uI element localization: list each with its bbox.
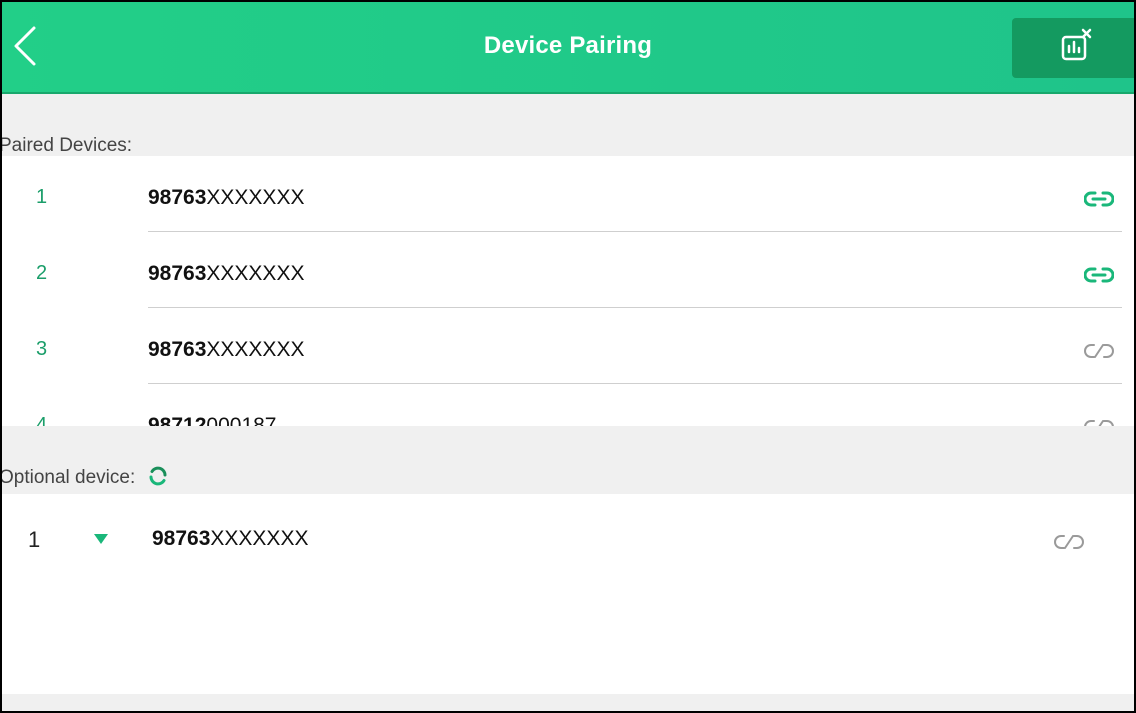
row-number: 3 [36, 338, 48, 360]
paired-device-list: 1 98763XXXXXXX 2 98763XXXXXXX 3 98763XXX… [2, 156, 1134, 426]
optional-device-label-text: Optional device: [0, 467, 136, 488]
optional-device-list: 1 98763XXXXXXX [2, 494, 1134, 694]
link-broken-icon[interactable] [1054, 533, 1084, 551]
stats-button[interactable] [1012, 18, 1134, 78]
device-id-prefix: 98712 [148, 414, 207, 426]
paired-device-row[interactable]: 2 98763XXXXXXX [2, 232, 1134, 308]
page-title: Device Pairing [483, 32, 653, 59]
device-id: 98763XXXXXXX [152, 527, 308, 551]
device-id-suffix: XXXXXXX [206, 338, 305, 361]
link-connected-icon[interactable] [1084, 190, 1114, 208]
device-id: 98763XXXXXXX [148, 338, 304, 362]
paired-device-row[interactable]: 4 98712000187 [2, 384, 1134, 426]
device-id-suffix: XXXXXXX [206, 186, 305, 209]
row-number: 4 [36, 414, 48, 426]
row-number: 2 [36, 262, 48, 284]
device-id-prefix: 98763 [148, 262, 207, 285]
device-id-suffix: XXXXXXX [210, 527, 309, 550]
link-broken-icon[interactable] [1084, 342, 1114, 360]
app-frame: Device Pairing Paired Devices: 1 98763XX… [0, 0, 1136, 713]
header-bar: Device Pairing [2, 2, 1134, 94]
chart-close-icon [1061, 28, 1092, 61]
paired-devices-label: Paired Devices: [0, 135, 133, 156]
device-id-prefix: 98763 [152, 527, 211, 550]
link-broken-icon[interactable] [1084, 418, 1114, 426]
device-id-suffix: 000187 [206, 414, 277, 426]
device-id-suffix: XXXXXXX [206, 262, 305, 285]
device-id-prefix: 98763 [148, 186, 207, 209]
device-id: 98763XXXXXXX [148, 186, 304, 210]
refresh-icon[interactable] [147, 465, 169, 487]
paired-device-row[interactable]: 3 98763XXXXXXX [2, 308, 1134, 384]
row-number: 1 [36, 186, 48, 208]
optional-device-row[interactable]: 1 98763XXXXXXX [2, 494, 1134, 570]
optional-device-label: Optional device: [0, 465, 169, 489]
device-id-prefix: 98763 [148, 338, 207, 361]
row-number: 1 [28, 527, 41, 552]
link-connected-icon[interactable] [1084, 266, 1114, 284]
paired-device-row[interactable]: 1 98763XXXXXXX [2, 156, 1134, 232]
bottom-band [2, 694, 1134, 711]
triangle-down-icon[interactable] [93, 533, 109, 545]
device-id: 98712000187 [148, 414, 276, 426]
device-id: 98763XXXXXXX [148, 262, 304, 286]
